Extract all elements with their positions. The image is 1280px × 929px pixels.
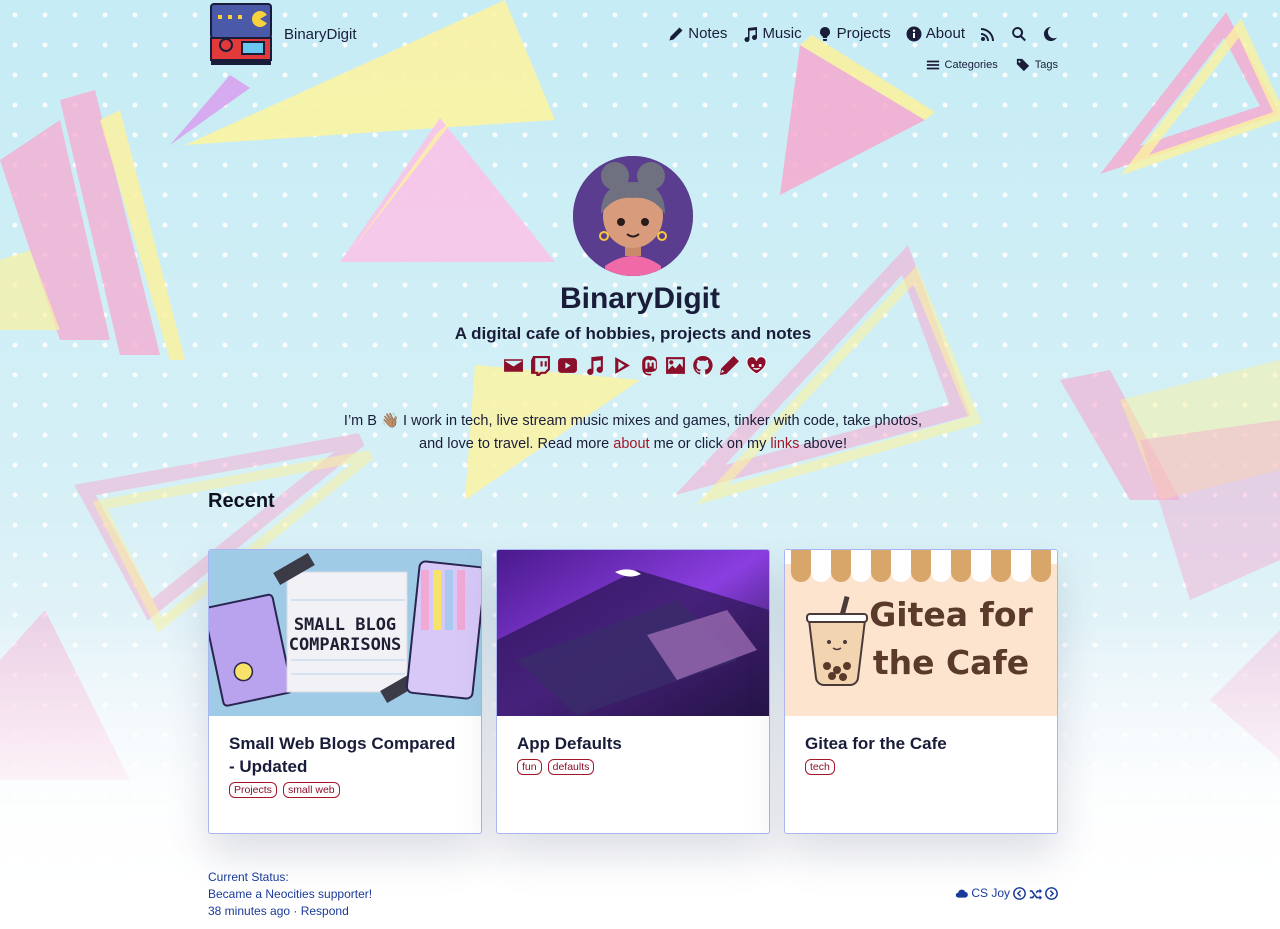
post-card-small-web-blogs[interactable]: SMALL BLOG COMPARISONS Small Web Blogs C… <box>208 549 482 834</box>
email-icon[interactable] <box>503 355 524 376</box>
youtube-icon[interactable] <box>557 355 578 376</box>
thumbnail-caption: COMPARISONS <box>289 635 402 655</box>
previous-icon[interactable] <box>1013 886 1026 900</box>
rss-icon <box>981 27 994 41</box>
post-card-gitea[interactable]: Gitea for the Cafe Gitea for the Cafe te… <box>784 549 1058 834</box>
search-icon <box>1012 26 1026 41</box>
recent-heading: Recent <box>208 490 275 512</box>
nav-projects[interactable]: Projects <box>817 25 891 42</box>
nav-dark-mode[interactable] <box>1042 26 1058 42</box>
thumbnail-caption: SMALL BLOG <box>294 615 396 635</box>
pencil-icon <box>669 27 683 40</box>
post-tags: Projects small web <box>229 782 461 798</box>
webring: CS Joy <box>955 886 1058 900</box>
site-name[interactable]: BinaryDigit <box>284 26 357 43</box>
webring-label[interactable]: CS Joy <box>971 886 1010 900</box>
post-thumbnail <box>497 550 769 716</box>
nav-about[interactable]: About <box>906 25 965 42</box>
nav-label: Categories <box>944 59 998 71</box>
links-link[interactable]: links <box>770 436 799 452</box>
avatar <box>573 156 693 276</box>
sub-nav: Categories Tags <box>926 58 1058 72</box>
cloud-icon <box>956 889 969 898</box>
status-meta[interactable]: 38 minutes ago · Respond <box>208 903 372 920</box>
tag-badge[interactable]: Projects <box>229 782 277 798</box>
current-status: Current Status: Became a Neocities suppo… <box>208 869 372 920</box>
post-tags: tech <box>805 759 1037 775</box>
main-nav: Notes Music Projects About <box>668 25 1058 42</box>
status-text[interactable]: Became a Neocities supporter! <box>208 886 372 903</box>
tag-badge[interactable]: tech <box>805 759 835 775</box>
twitch-icon[interactable] <box>530 355 551 376</box>
page-subtitle: A digital cafe of hobbies, projects and … <box>454 324 812 343</box>
post-card-app-defaults[interactable]: App Defaults fun defaults <box>496 549 770 834</box>
nav-label: Music <box>762 25 802 42</box>
post-thumbnail: Gitea for the Cafe <box>785 550 1057 716</box>
post-title[interactable]: Small Web Blogs Compared - Updated <box>229 732 461 778</box>
nav-label: About <box>925 25 965 42</box>
avatar-illustration <box>573 156 693 276</box>
tag-badge[interactable]: defaults <box>547 759 595 775</box>
post-title[interactable]: Gitea for the Cafe <box>805 732 1037 755</box>
page-title: BinaryDigit <box>559 282 721 315</box>
tag-badge[interactable]: small web <box>282 782 340 798</box>
awning <box>785 550 1057 582</box>
nav-search[interactable] <box>1011 26 1027 42</box>
nav-label: Tags <box>1034 59 1058 71</box>
nav-music[interactable]: Music <box>742 25 802 42</box>
thumbnail-caption: the Cafe <box>873 643 1029 682</box>
post-tags: fun defaults <box>517 759 749 775</box>
github-icon[interactable] <box>692 355 713 376</box>
pencil-icon[interactable] <box>719 355 740 376</box>
post-title[interactable]: App Defaults <box>517 732 749 755</box>
arcade-logo-icon <box>210 3 272 65</box>
music-icon[interactable] <box>584 355 605 376</box>
thumbnail-caption: Gitea for <box>869 595 1033 634</box>
lightbulb-icon <box>819 26 830 41</box>
tag-icon <box>1016 58 1029 72</box>
next-icon[interactable] <box>1045 886 1058 900</box>
intro-text: I’m B 👋🏽 I work in tech, live stream mus… <box>340 410 926 456</box>
status-label: Current Status: <box>208 870 289 884</box>
shuffle-icon[interactable] <box>1029 887 1042 900</box>
social-links <box>503 355 767 376</box>
nav-rss[interactable] <box>980 26 996 42</box>
image-icon[interactable] <box>665 355 686 376</box>
site-logo[interactable] <box>208 1 274 67</box>
moon-icon <box>1043 26 1057 41</box>
nav-label: Notes <box>688 25 728 42</box>
intro-text-part: me or click on my <box>649 436 771 452</box>
tag-badge[interactable]: fun <box>517 759 542 775</box>
nav-notes[interactable]: Notes <box>668 25 727 42</box>
music-note-icon <box>744 26 758 42</box>
heart-face-icon[interactable] <box>746 355 767 376</box>
nav-categories[interactable]: Categories <box>926 58 998 72</box>
nav-label: Projects <box>836 25 891 42</box>
mastodon-icon[interactable] <box>638 355 659 376</box>
nav-tags[interactable]: Tags <box>1016 58 1058 72</box>
list-icon <box>926 60 939 70</box>
play-icon[interactable] <box>611 355 632 376</box>
post-thumbnail: SMALL BLOG COMPARISONS <box>209 550 481 716</box>
info-icon <box>906 26 922 41</box>
about-link[interactable]: about <box>613 436 649 452</box>
intro-text-part: above! <box>799 436 847 452</box>
